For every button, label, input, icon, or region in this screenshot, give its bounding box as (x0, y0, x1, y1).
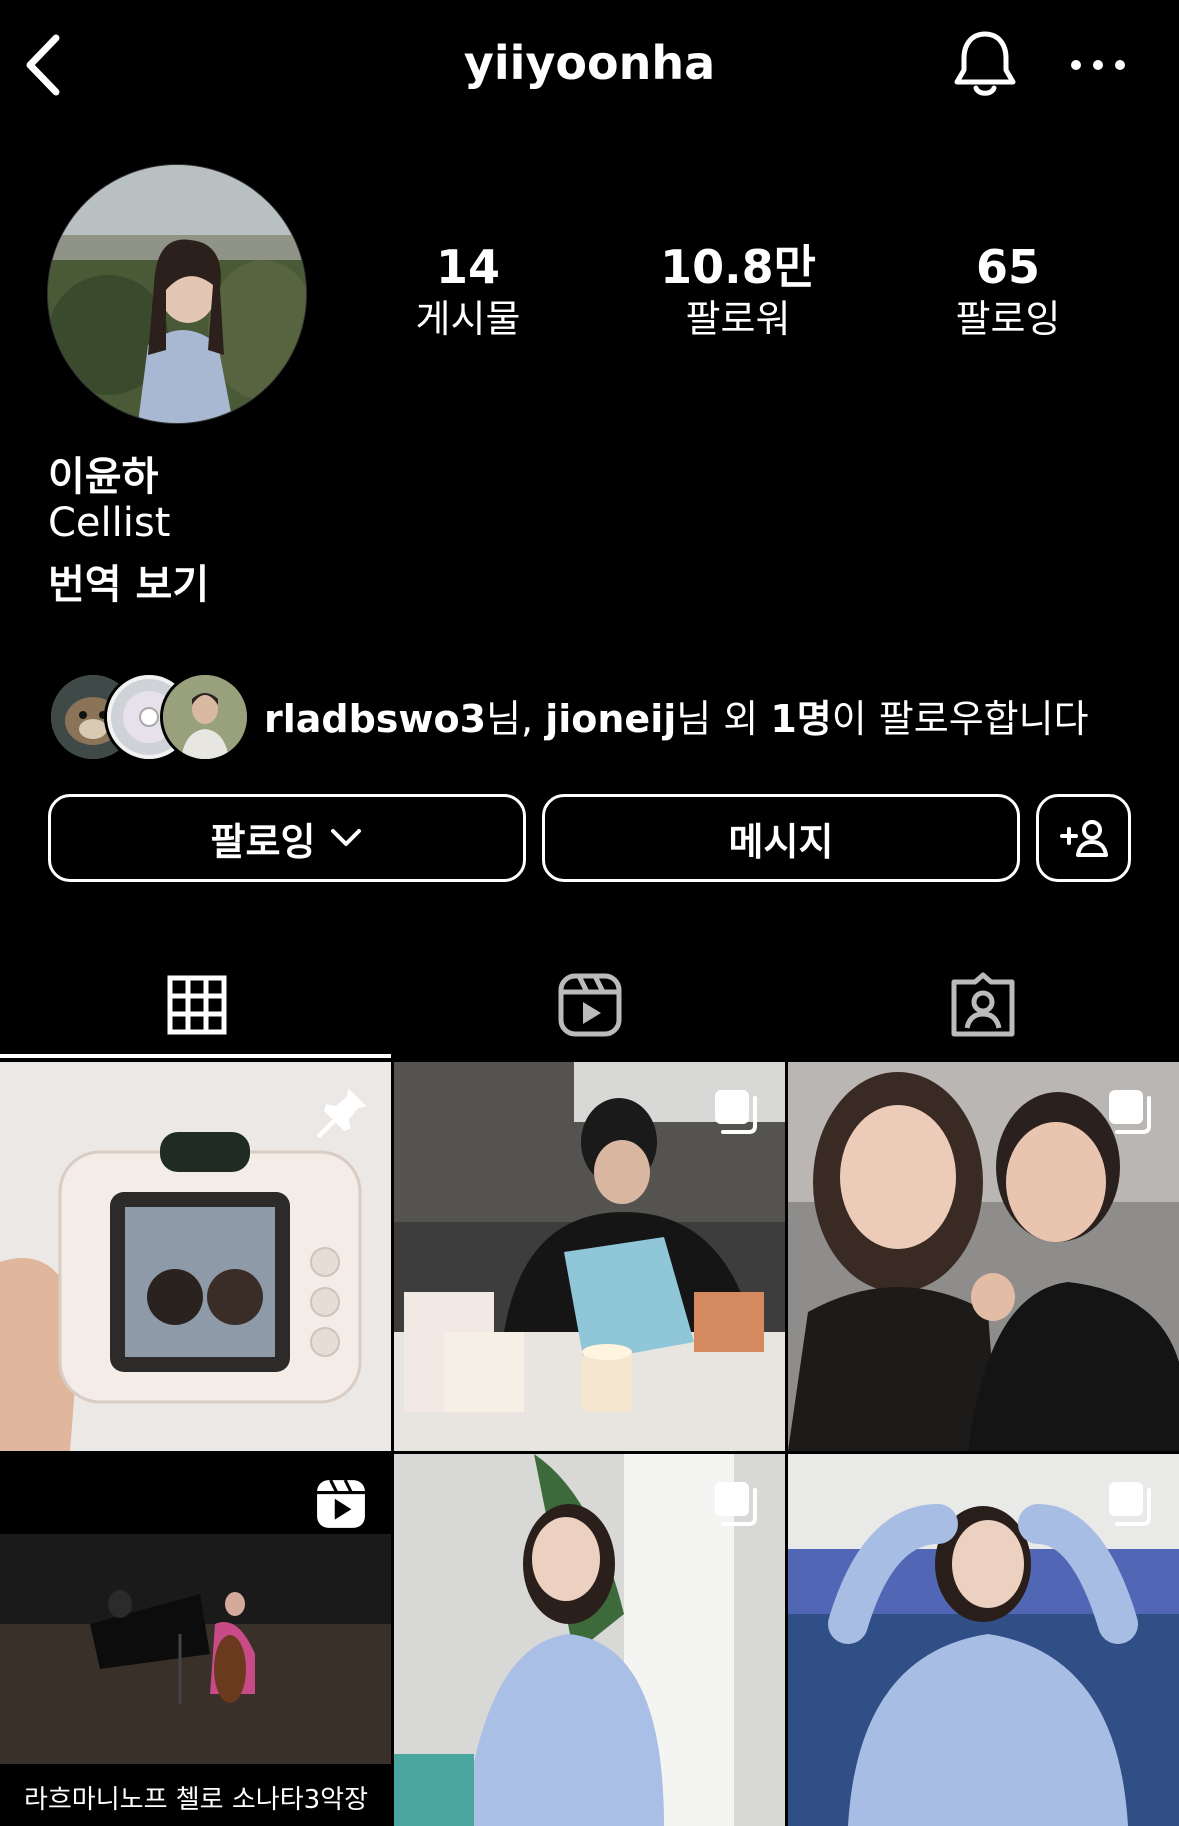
message-button[interactable]: 메시지 (542, 794, 1020, 882)
mutual-avatar-person (160, 672, 250, 762)
tab-reels[interactable] (393, 950, 786, 1060)
mutual-followers-avatars[interactable] (48, 672, 250, 762)
stat-followers[interactable]: 10.8만 팔로워 (618, 240, 858, 344)
grid-icon (167, 975, 226, 1035)
stat-followers-count: 10.8만 (660, 240, 816, 294)
mutual-user-2[interactable]: jioneij (545, 697, 676, 741)
tab-tagged[interactable] (786, 950, 1179, 1060)
mutual-user-1[interactable]: rladbswo3 (264, 697, 486, 741)
reel-caption: 라흐마니노프 첼로 소나타3악장 (23, 1785, 369, 1815)
tab-posts[interactable] (0, 950, 393, 1060)
posts-grid: 라흐마니노프 첼로 소나타3악장 (0, 1062, 1179, 1826)
post-tile[interactable] (0, 1062, 391, 1451)
bio-description: Cellist (48, 500, 171, 546)
see-translation-link[interactable]: 번역 보기 (48, 552, 209, 610)
more-horizontal-icon (1071, 60, 1125, 70)
post-tile[interactable] (788, 1062, 1179, 1451)
mutual-suffix-3: 이 팔로우합니다 (831, 697, 1089, 741)
message-button-label: 메시지 (728, 819, 834, 864)
post-tile[interactable]: 라흐마니노프 첼로 소나타3악장 (0, 1454, 391, 1826)
stat-posts-count: 14 (435, 240, 500, 294)
post-tile[interactable] (394, 1454, 785, 1826)
stat-posts[interactable]: 14 게시물 (348, 240, 588, 344)
carousel-icon (1109, 1482, 1151, 1526)
stat-following[interactable]: 65 팔로잉 (888, 240, 1128, 344)
mutual-suffix-1: 님, (486, 697, 546, 741)
bell-icon (954, 31, 1016, 96)
active-tab-indicator (0, 1054, 391, 1058)
post-tile[interactable] (394, 1062, 785, 1451)
carousel-icon (1109, 1090, 1151, 1134)
stat-following-count: 65 (975, 240, 1040, 294)
carousel-icon (715, 1090, 757, 1134)
tagged-person-icon (951, 972, 1014, 1037)
bio-name: 이윤하 (48, 454, 159, 500)
carousel-icon (715, 1482, 757, 1526)
stat-following-label: 팔로잉 (955, 297, 1061, 341)
avatar-photo (48, 165, 306, 423)
stat-followers-label: 팔로워 (685, 297, 791, 341)
notifications-button[interactable] (950, 28, 1020, 100)
reels-icon (558, 973, 621, 1037)
more-options-button[interactable] (1068, 45, 1128, 85)
profile-avatar[interactable] (48, 165, 306, 423)
suggest-people-button[interactable] (1036, 794, 1131, 882)
profile-tabs (0, 950, 1179, 1060)
following-button-label: 팔로잉 (210, 819, 316, 864)
stat-posts-label: 게시물 (415, 297, 521, 341)
reels-icon (317, 1479, 365, 1528)
mutual-followers-text[interactable]: rladbswo3님, jioneij님 외 1명이 팔로우합니다 (264, 688, 1089, 743)
post-tile[interactable] (788, 1454, 1179, 1826)
pin-icon (317, 1088, 367, 1138)
following-dropdown-button[interactable]: 팔로잉 (48, 794, 526, 882)
mutual-count: 1명 (770, 697, 832, 741)
chevron-down-icon (331, 829, 362, 846)
mutual-suffix-2: 님 외 (676, 697, 771, 741)
top-bar: yiiyoonha (0, 0, 1179, 130)
add-person-icon (1059, 820, 1108, 857)
